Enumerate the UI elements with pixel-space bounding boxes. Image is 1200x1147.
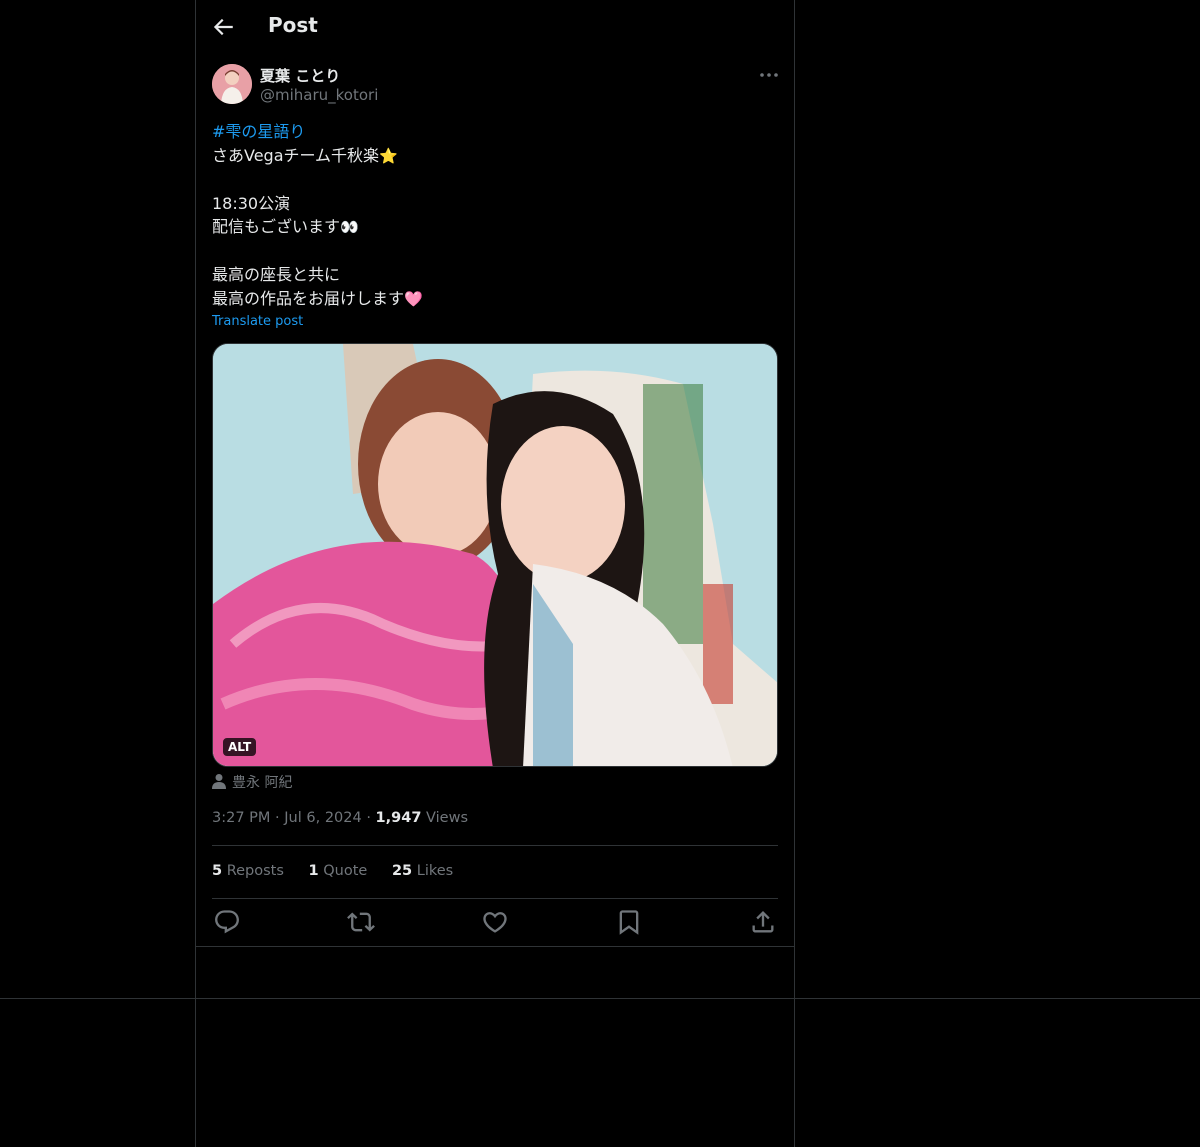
bookmark-icon[interactable]	[615, 908, 643, 936]
translate-post-link[interactable]: Translate post	[212, 314, 303, 329]
divider	[196, 946, 794, 947]
post-line: さあVegaチーム千秋楽	[212, 145, 380, 165]
engagement-stats: 5 Reposts 1 Quote 25 Likes	[212, 863, 473, 879]
divider	[212, 898, 778, 899]
quotes-label: Quote	[323, 863, 368, 879]
author-name[interactable]: 夏葉 ことり	[260, 65, 340, 86]
views-label: Views	[426, 810, 468, 826]
reposts-label: Reposts	[226, 863, 284, 879]
quotes-stat[interactable]: 1 Quote	[309, 863, 368, 879]
views-count: 1,947	[375, 810, 422, 826]
hashtag-link[interactable]: #雫の星語り	[212, 122, 305, 141]
post-line: 最高の座長と共に	[212, 265, 341, 284]
quotes-count: 1	[308, 863, 319, 879]
alt-badge[interactable]: ALT	[223, 738, 257, 756]
post-date[interactable]: Jul 6, 2024	[284, 810, 361, 826]
post-header: Post	[196, 0, 794, 53]
tagged-user-name: 豊永 阿紀	[232, 775, 293, 791]
tagged-users[interactable]: 豊永 阿紀	[212, 772, 292, 792]
likes-label: Likes	[416, 863, 454, 879]
post-time[interactable]: 3:27 PM	[212, 810, 270, 826]
primary-column: Post 夏葉 ことり @miharu_kotori #雫の星語り さあVega…	[195, 0, 795, 1147]
person-icon	[212, 774, 226, 789]
avatar[interactable]	[212, 64, 252, 104]
eyes-emoji: 👀	[340, 218, 359, 236]
separator: ·	[366, 810, 371, 826]
action-bar	[212, 908, 778, 936]
share-icon[interactable]	[749, 908, 777, 936]
photo-image	[213, 344, 777, 766]
like-icon[interactable]	[481, 908, 509, 936]
likes-count: 25	[391, 863, 413, 879]
reposts-count: 5	[212, 863, 223, 879]
post-meta: 3:27 PM · Jul 6, 2024 · 1,947 Views	[212, 810, 468, 826]
repost-icon[interactable]	[347, 908, 375, 936]
page-title: Post	[268, 13, 318, 37]
post-line: 配信もございます	[212, 217, 341, 236]
likes-stat[interactable]: 25 Likes	[392, 863, 453, 879]
more-horizontal-icon[interactable]	[758, 65, 780, 85]
divider	[212, 845, 778, 846]
post-text: #雫の星語り さあVegaチーム千秋楽⭐ 18:30公演 配信もございます👀 最…	[212, 120, 778, 311]
heart-emoji: 🩷	[404, 289, 423, 308]
separator: ·	[275, 810, 280, 826]
reposts-stat[interactable]: 5 Reposts	[212, 863, 284, 879]
post-line: 18:30公演	[212, 193, 291, 213]
post-photo[interactable]: ALT	[212, 343, 778, 767]
star-emoji: ⭐	[379, 146, 398, 165]
author-handle[interactable]: @miharu_kotori	[260, 86, 378, 104]
post-line: 最高の作品をお届けします	[212, 288, 405, 308]
arrow-left-icon[interactable]	[210, 14, 236, 40]
reply-icon[interactable]	[213, 908, 241, 936]
